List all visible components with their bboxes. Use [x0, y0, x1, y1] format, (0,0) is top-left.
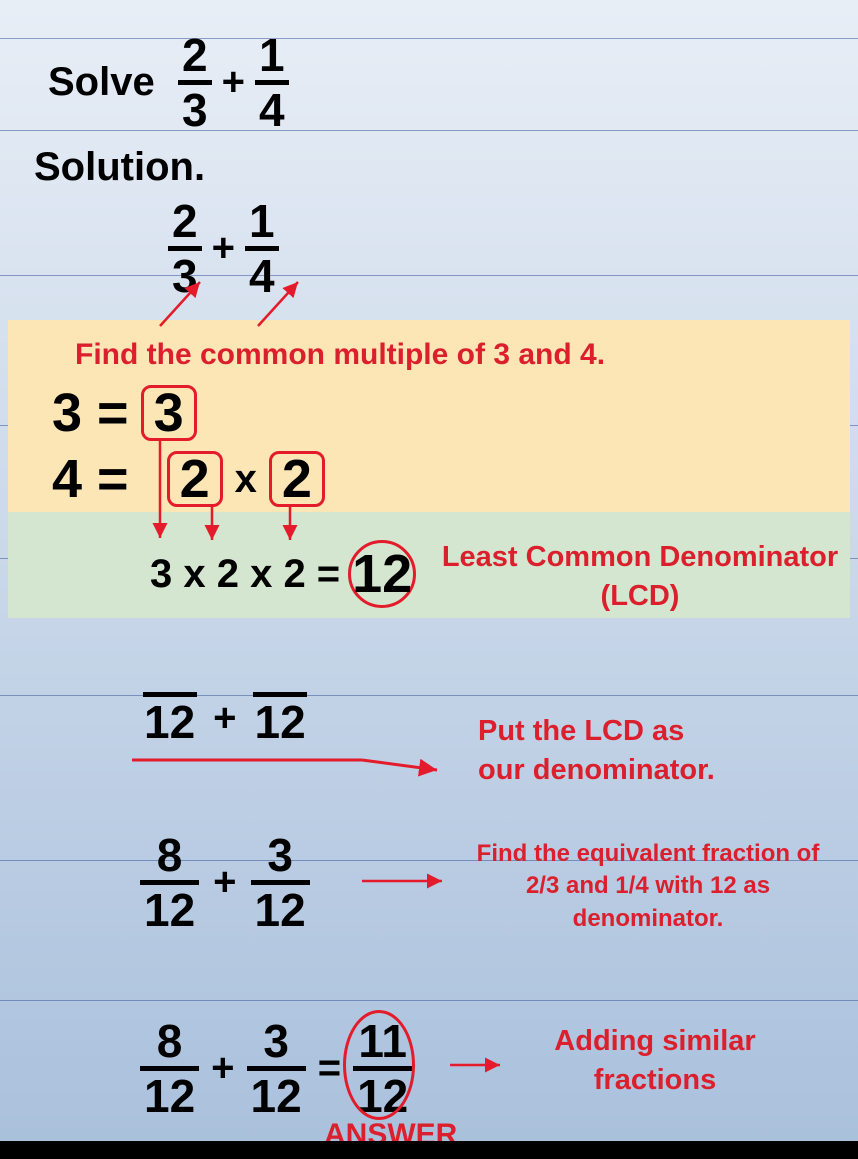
problem-expression: 2 3 + 1 4 — [178, 32, 289, 133]
arrow-factor-2a — [206, 506, 218, 548]
note-put-lcd: Put the LCD as our denominator. — [478, 712, 715, 790]
arrow-factor-3 — [154, 438, 166, 548]
lcm-heading: Find the common multiple of 3 and 4. — [75, 338, 605, 372]
lcd-placeholder-expression: 12 + 12 — [140, 692, 310, 745]
answer-circle — [343, 1010, 415, 1120]
plus-sign: + — [222, 60, 245, 105]
arrow-to-equiv-note — [362, 876, 452, 886]
lcm-product-line: 3 x 2 x 2 = 12 — [150, 540, 416, 608]
lcd-caption: Least Common Denominator (LCD) — [440, 538, 840, 616]
problem-f2-denominator: 4 — [255, 85, 289, 133]
underline-lcd-arrow — [132, 756, 452, 780]
factor-row-3: 3 = 3 — [52, 382, 197, 444]
final-expression: 8 12 + 3 12 = 11 12 — [140, 1018, 412, 1119]
note-equivalent: Find the equivalent fraction of 2/3 and … — [458, 838, 838, 935]
solve-label: Solve — [48, 60, 155, 105]
problem-f1-denominator: 3 — [178, 85, 212, 133]
arrow-from-den-4 — [248, 278, 368, 328]
footer-bar — [0, 1141, 858, 1159]
problem-f2-numerator: 1 — [255, 32, 289, 80]
lcm-value: 12 — [352, 543, 412, 605]
equivalent-expression: 8 12 + 3 12 — [140, 832, 310, 933]
problem-f1-numerator: 2 — [178, 32, 212, 80]
factor-row-4: 4 = 2 x 2 — [52, 448, 325, 510]
solution-label: Solution. — [34, 145, 205, 190]
arrow-factor-2b — [284, 506, 296, 548]
note-adding-similar: Adding similar fractions — [520, 1022, 790, 1100]
arrow-to-add-note — [450, 1060, 510, 1070]
